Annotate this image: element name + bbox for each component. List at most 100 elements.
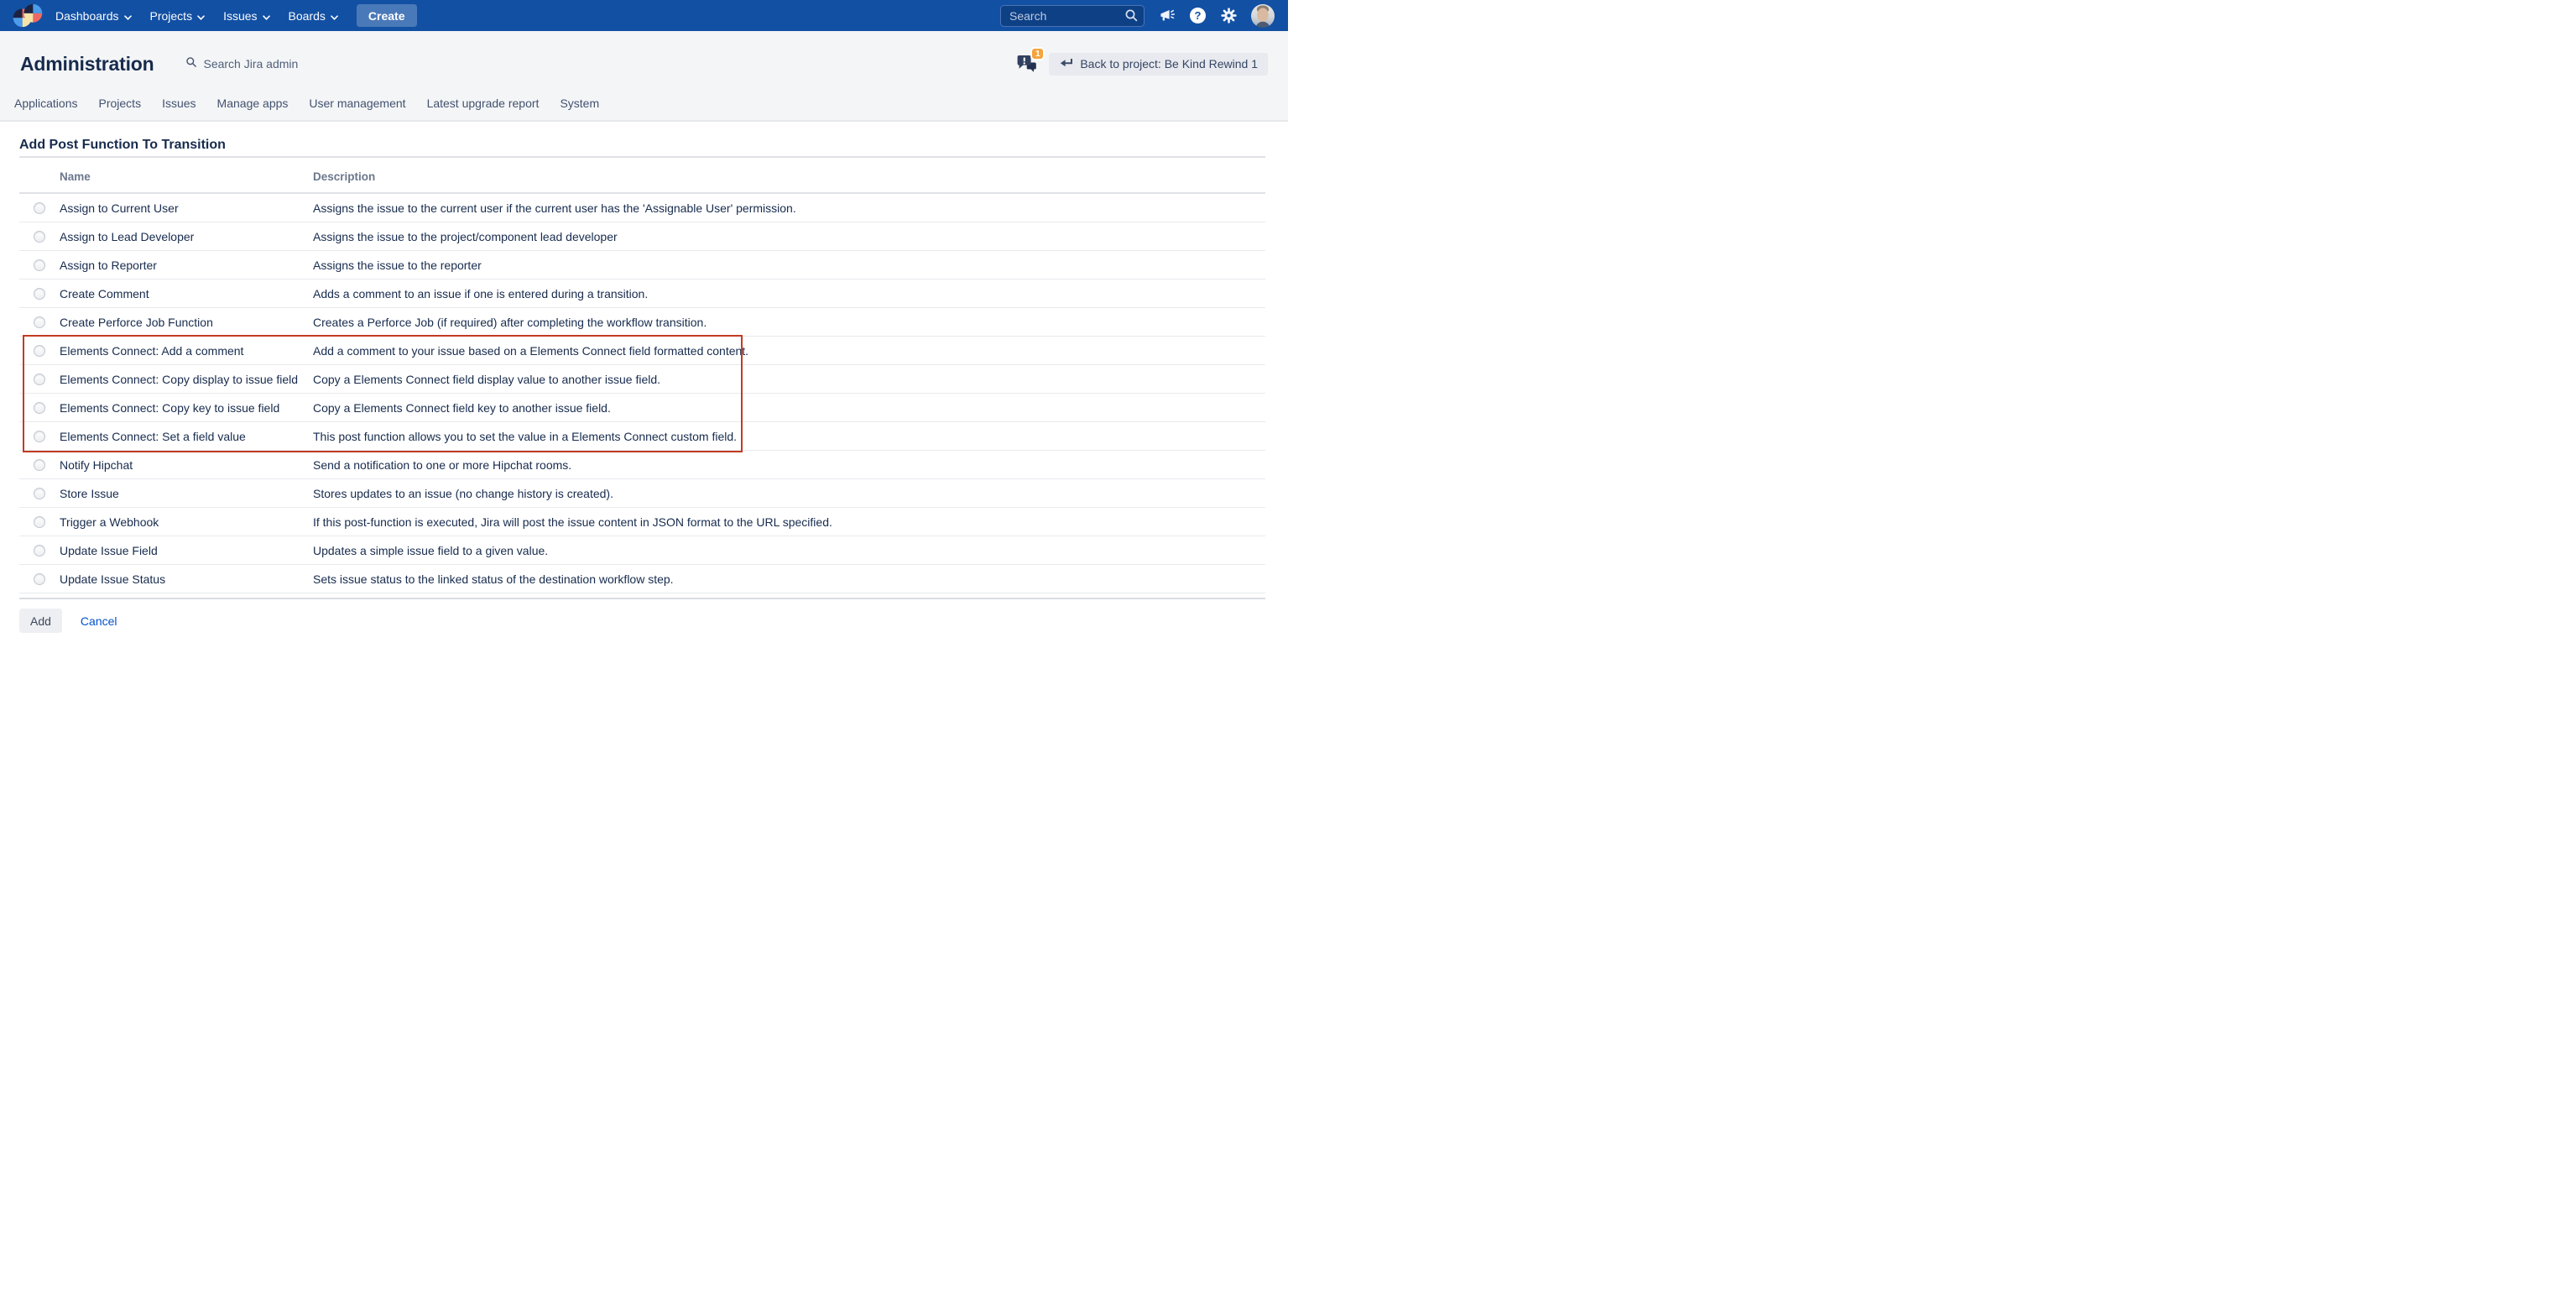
table-row[interactable]: Trigger a Webhook If this post-function … bbox=[19, 508, 1265, 536]
tab-issues[interactable]: Issues bbox=[162, 97, 196, 110]
post-function-radio[interactable] bbox=[34, 231, 45, 243]
row-name: Assign to Lead Developer bbox=[60, 230, 313, 243]
row-description: Creates a Perforce Job (if required) aft… bbox=[313, 316, 1265, 329]
admin-search-input[interactable] bbox=[203, 57, 346, 71]
row-description: Sets issue status to the linked status o… bbox=[313, 572, 1265, 586]
table-row[interactable]: Notify Hipchat Send a notification to on… bbox=[19, 451, 1265, 479]
row-description: Updates a simple issue field to a given … bbox=[313, 544, 1265, 557]
post-function-radio[interactable] bbox=[34, 374, 45, 385]
table-row[interactable]: Elements Connect: Copy key to issue fiel… bbox=[19, 394, 1265, 422]
post-function-table: Name Description Assign to Current User … bbox=[19, 158, 1265, 599]
table-row[interactable]: Assign to Current User Assigns the issue… bbox=[19, 194, 1265, 222]
post-function-radio[interactable] bbox=[34, 259, 45, 271]
row-name: Store Issue bbox=[60, 487, 313, 500]
post-function-radio[interactable] bbox=[34, 488, 45, 499]
table-row[interactable]: Assign to Lead Developer Assigns the iss… bbox=[19, 222, 1265, 251]
chevron-down-icon bbox=[197, 9, 205, 23]
main-content: Add Post Function To Transition Name Des… bbox=[0, 137, 1288, 633]
user-avatar[interactable] bbox=[1251, 4, 1275, 28]
row-name: Trigger a Webhook bbox=[60, 515, 313, 529]
table-row[interactable]: Elements Connect: Copy display to issue … bbox=[19, 365, 1265, 394]
post-function-radio[interactable] bbox=[34, 345, 45, 357]
gear-icon[interactable] bbox=[1220, 8, 1237, 24]
back-button-label: Back to project: Be Kind Rewind 1 bbox=[1080, 57, 1258, 71]
post-function-radio[interactable] bbox=[34, 459, 45, 471]
table-row[interactable]: Elements Connect: Set a field value This… bbox=[19, 422, 1265, 451]
nav-menus: Dashboards Projects Issues Boards bbox=[55, 9, 338, 23]
table-row[interactable]: Assign to Reporter Assigns the issue to … bbox=[19, 251, 1265, 280]
row-description: Send a notification to one or more Hipch… bbox=[313, 458, 1265, 472]
column-header-name: Name bbox=[60, 170, 313, 183]
tab-user-management[interactable]: User management bbox=[309, 97, 405, 110]
megaphone-icon[interactable] bbox=[1159, 8, 1176, 24]
row-name: Assign to Current User bbox=[60, 201, 313, 215]
row-name: Update Issue Status bbox=[60, 572, 313, 586]
row-description: Copy a Elements Connect field key to ano… bbox=[313, 401, 1265, 415]
top-navbar: Dashboards Projects Issues Boards Create bbox=[0, 0, 1288, 31]
return-arrow-icon bbox=[1059, 57, 1073, 71]
row-name: Assign to Reporter bbox=[60, 259, 313, 272]
table-header: Name Description bbox=[19, 158, 1265, 194]
table-row[interactable]: Elements Connect: Add a comment Add a co… bbox=[19, 337, 1265, 365]
tab-system[interactable]: System bbox=[560, 97, 599, 110]
admin-search bbox=[185, 56, 346, 72]
jira-logo-icon[interactable] bbox=[11, 3, 44, 29]
row-description: Add a comment to your issue based on a E… bbox=[313, 344, 1265, 358]
nav-menu-label: Projects bbox=[150, 9, 193, 23]
tab-projects[interactable]: Projects bbox=[99, 97, 142, 110]
table-row[interactable]: Store Issue Stores updates to an issue (… bbox=[19, 479, 1265, 508]
nav-menu-label: Boards bbox=[289, 9, 326, 23]
post-function-radio[interactable] bbox=[34, 202, 45, 214]
nav-menu-boards[interactable]: Boards bbox=[289, 9, 338, 23]
nav-menu-issues[interactable]: Issues bbox=[223, 9, 269, 23]
help-icon[interactable]: ? bbox=[1190, 8, 1206, 24]
admin-tabs: Applications Projects Issues Manage apps… bbox=[14, 97, 1268, 110]
row-name: Update Issue Field bbox=[60, 544, 313, 557]
page-title: Administration bbox=[20, 52, 154, 76]
section-title: Add Post Function To Transition bbox=[19, 137, 1265, 158]
post-function-radio[interactable] bbox=[34, 545, 45, 557]
row-description: Assigns the issue to the current user if… bbox=[313, 201, 1265, 215]
back-to-project-button[interactable]: Back to project: Be Kind Rewind 1 bbox=[1049, 53, 1268, 76]
post-function-radio[interactable] bbox=[34, 288, 45, 300]
row-name: Elements Connect: Add a comment bbox=[60, 344, 313, 358]
row-description: This post function allows you to set the… bbox=[313, 430, 1265, 443]
nav-menu-dashboards[interactable]: Dashboards bbox=[55, 9, 132, 23]
nav-search-input[interactable] bbox=[1000, 5, 1145, 27]
post-function-radio[interactable] bbox=[34, 573, 45, 585]
row-description: Assigns the issue to the reporter bbox=[313, 259, 1265, 272]
row-description: If this post-function is executed, Jira … bbox=[313, 515, 1265, 529]
nav-menu-label: Issues bbox=[223, 9, 257, 23]
admin-header: Administration 1 bbox=[0, 31, 1288, 122]
row-name: Notify Hipchat bbox=[60, 458, 313, 472]
search-icon bbox=[1124, 8, 1139, 27]
row-description: Stores updates to an issue (no change hi… bbox=[313, 487, 1265, 500]
table-row[interactable]: Update Issue Status Sets issue status to… bbox=[19, 565, 1265, 593]
row-name: Create Perforce Job Function bbox=[60, 316, 313, 329]
chevron-down-icon bbox=[263, 9, 270, 23]
post-function-radio[interactable] bbox=[34, 316, 45, 328]
tab-manage-apps[interactable]: Manage apps bbox=[217, 97, 289, 110]
feedback-badge: 1 bbox=[1030, 47, 1045, 60]
table-row[interactable]: Create Perforce Job Function Creates a P… bbox=[19, 308, 1265, 337]
post-function-radio[interactable] bbox=[34, 431, 45, 442]
row-name: Elements Connect: Copy display to issue … bbox=[60, 373, 313, 386]
nav-search bbox=[1000, 5, 1145, 27]
row-description: Assigns the issue to the project/compone… bbox=[313, 230, 1265, 243]
table-body: Assign to Current User Assigns the issue… bbox=[19, 194, 1265, 593]
tab-latest-upgrade-report[interactable]: Latest upgrade report bbox=[427, 97, 540, 110]
add-button[interactable]: Add bbox=[19, 609, 62, 633]
search-icon bbox=[185, 56, 197, 72]
nav-menu-projects[interactable]: Projects bbox=[150, 9, 206, 23]
post-function-radio[interactable] bbox=[34, 516, 45, 528]
table-row[interactable]: Create Comment Adds a comment to an issu… bbox=[19, 280, 1265, 308]
tab-applications[interactable]: Applications bbox=[14, 97, 78, 110]
table-row[interactable]: Update Issue Field Updates a simple issu… bbox=[19, 536, 1265, 565]
cancel-link[interactable]: Cancel bbox=[81, 614, 117, 628]
feedback-icon[interactable]: 1 bbox=[1016, 53, 1038, 75]
create-button[interactable]: Create bbox=[357, 4, 417, 27]
post-function-radio[interactable] bbox=[34, 402, 45, 414]
chevron-down-icon bbox=[331, 9, 338, 23]
row-description: Copy a Elements Connect field display va… bbox=[313, 373, 1265, 386]
nav-menu-label: Dashboards bbox=[55, 9, 119, 23]
